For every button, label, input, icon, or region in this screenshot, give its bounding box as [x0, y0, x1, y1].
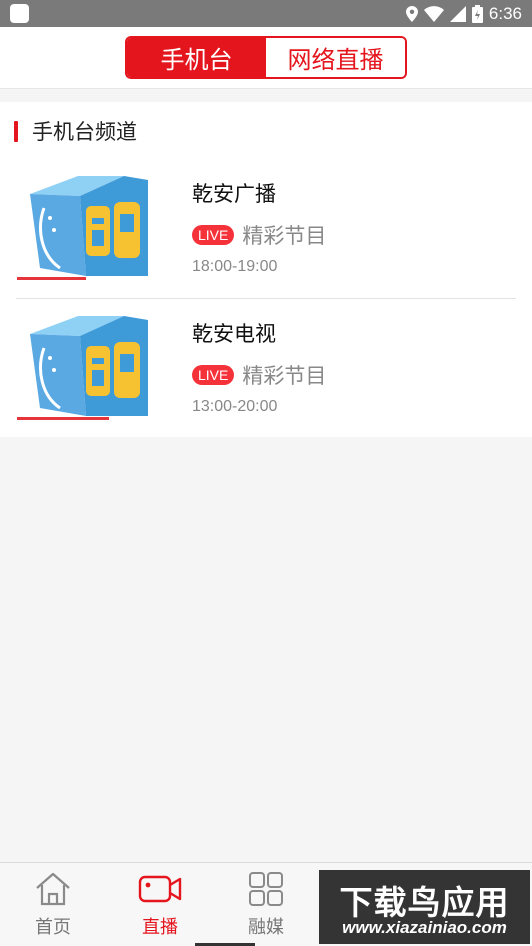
item-divider: [16, 298, 516, 299]
grid-icon: [249, 872, 283, 906]
location-icon: [405, 5, 418, 22]
live-badge: LIVE: [192, 225, 235, 245]
tab-mobile-tv[interactable]: 手机台: [127, 38, 266, 77]
status-time: 6:36: [488, 3, 522, 23]
section-header: 手机台频道: [14, 116, 137, 146]
channel-thumbnail: [16, 172, 181, 282]
channel-type-switch: 手机台 网络直播: [125, 36, 407, 79]
program-name: 精彩节目: [242, 364, 327, 388]
top-header: 手机台 网络直播: [0, 27, 532, 89]
live-badge: LIVE: [192, 365, 235, 385]
nav-home[interactable]: 首页: [13, 871, 93, 939]
video-camera-icon: [138, 875, 182, 903]
status-icons: 6:36: [405, 0, 522, 27]
notification-icon: [10, 4, 29, 23]
watermark-title: 下载鸟应用: [339, 883, 510, 922]
nav-label: 融媒: [248, 917, 284, 938]
watermark: 下载鸟应用 www.xiazainiao.com: [319, 870, 530, 944]
section-title: 手机台频道: [32, 120, 137, 144]
nav-live[interactable]: 直播: [120, 871, 200, 939]
channel-item-tv[interactable]: 乾安电视 LIVE 精彩节目 13:00-20:00: [16, 300, 516, 438]
channel-name: 乾安电视: [192, 322, 276, 346]
battery-icon: [471, 4, 483, 23]
live-row: LIVE 精彩节目: [192, 220, 326, 250]
nav-media[interactable]: 融媒: [226, 871, 306, 939]
wifi-icon: [423, 5, 444, 22]
tab-web-live[interactable]: 网络直播: [266, 38, 405, 77]
channel-thumbnail: [16, 312, 181, 422]
nav-label: 直播: [142, 917, 178, 938]
channel-card: 手机台频道 乾安广播 LIVE 精彩节目 18:00-19:00 乾安电视 LI…: [0, 102, 532, 437]
signal-icon: [449, 5, 466, 22]
channel-progress-bar: [17, 277, 87, 280]
live-row: LIVE 精彩节目: [192, 360, 326, 390]
channel-item-radio[interactable]: 乾安广播 LIVE 精彩节目 18:00-19:00: [16, 160, 516, 299]
channel-progress-bar: [17, 417, 110, 420]
program-time: 13:00-20:00: [192, 398, 278, 415]
program-name: 精彩节目: [242, 224, 327, 248]
section-accent-bar: [14, 120, 18, 142]
nav-label: 首页: [35, 917, 71, 938]
channel-name: 乾安广播: [192, 182, 276, 206]
home-icon: [36, 872, 70, 906]
status-bar: 6:36: [0, 0, 532, 27]
rong-cube-logo: [30, 176, 148, 276]
program-time: 18:00-19:00: [192, 258, 278, 275]
rong-cube-logo: [30, 316, 148, 416]
watermark-url: www.xiazainiao.com: [342, 918, 507, 937]
